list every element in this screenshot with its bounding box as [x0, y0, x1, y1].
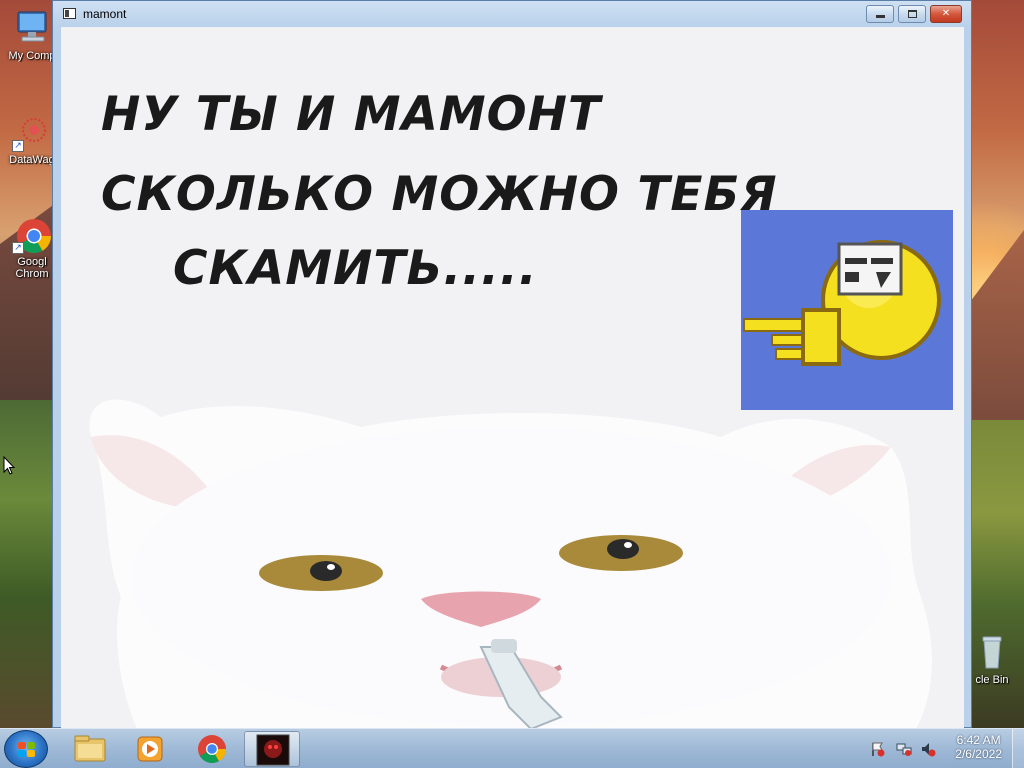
chrome-icon: [198, 735, 226, 763]
taskbar-chrome-button[interactable]: [184, 731, 240, 767]
meme-text-line3: СКАМИТЬ.....: [173, 241, 538, 296]
clock-time: 6:42 AM: [956, 733, 1001, 747]
window-title: mamont: [83, 7, 127, 21]
clock[interactable]: 6:42 AM 2/6/2022: [955, 733, 1002, 761]
taskbar: 6:42 AM 2/6/2022: [0, 728, 1024, 768]
chrome-icon: ↗: [12, 214, 52, 254]
explorer-icon: [74, 735, 106, 762]
cat-image: [89, 399, 932, 728]
clock-date: 2/6/2022: [955, 747, 1002, 761]
taskbar-media-player-button[interactable]: [122, 731, 178, 767]
media-player-icon: [137, 736, 163, 762]
close-button[interactable]: ✕: [930, 5, 962, 23]
show-desktop-button[interactable]: [1012, 729, 1024, 768]
mouse-cursor-icon: [3, 456, 15, 475]
minimize-icon: [875, 15, 885, 18]
taskbar-explorer-button[interactable]: [62, 731, 118, 767]
mamont-app-icon: [256, 734, 290, 766]
window-titlebar[interactable]: mamont ✕: [53, 1, 971, 27]
start-button[interactable]: [4, 730, 48, 768]
datawag-icon: ↗: [12, 112, 52, 152]
maximize-icon: [907, 10, 917, 18]
system-tray: 6:42 AM 2/6/2022: [854, 729, 1024, 768]
wallpaper-field: [0, 400, 60, 728]
start-orb-icon: [18, 742, 36, 758]
network-icon[interactable]: [896, 741, 912, 757]
computer-icon: [12, 8, 52, 48]
action-center-flag-icon[interactable]: [870, 741, 886, 757]
window-client-area: НУ ТЫ И МАМОНТ СКОЛЬКО МОЖНО ТЕБЯ СКАМИТ…: [61, 27, 964, 728]
meme-text-line1: НУ ТЫ И МАМОНТ: [101, 87, 602, 142]
meme-text-line2: СКОЛЬКО МОЖНО ТЕБЯ: [101, 167, 778, 222]
shortcut-arrow-icon: ↗: [12, 242, 24, 254]
minimize-button[interactable]: [866, 5, 894, 23]
maximize-button[interactable]: [898, 5, 926, 23]
recycle-bin-icon: [972, 632, 1012, 672]
shortcut-arrow-icon: ↗: [12, 140, 24, 152]
window-app-icon: [63, 8, 76, 19]
app-window: mamont ✕ НУ ТЫ И МАМОНТ СКОЛЬКО МОЖНО ТЕ…: [52, 0, 972, 728]
volume-muted-icon[interactable]: [920, 741, 936, 757]
taskbar-mamont-button[interactable]: [244, 731, 300, 767]
